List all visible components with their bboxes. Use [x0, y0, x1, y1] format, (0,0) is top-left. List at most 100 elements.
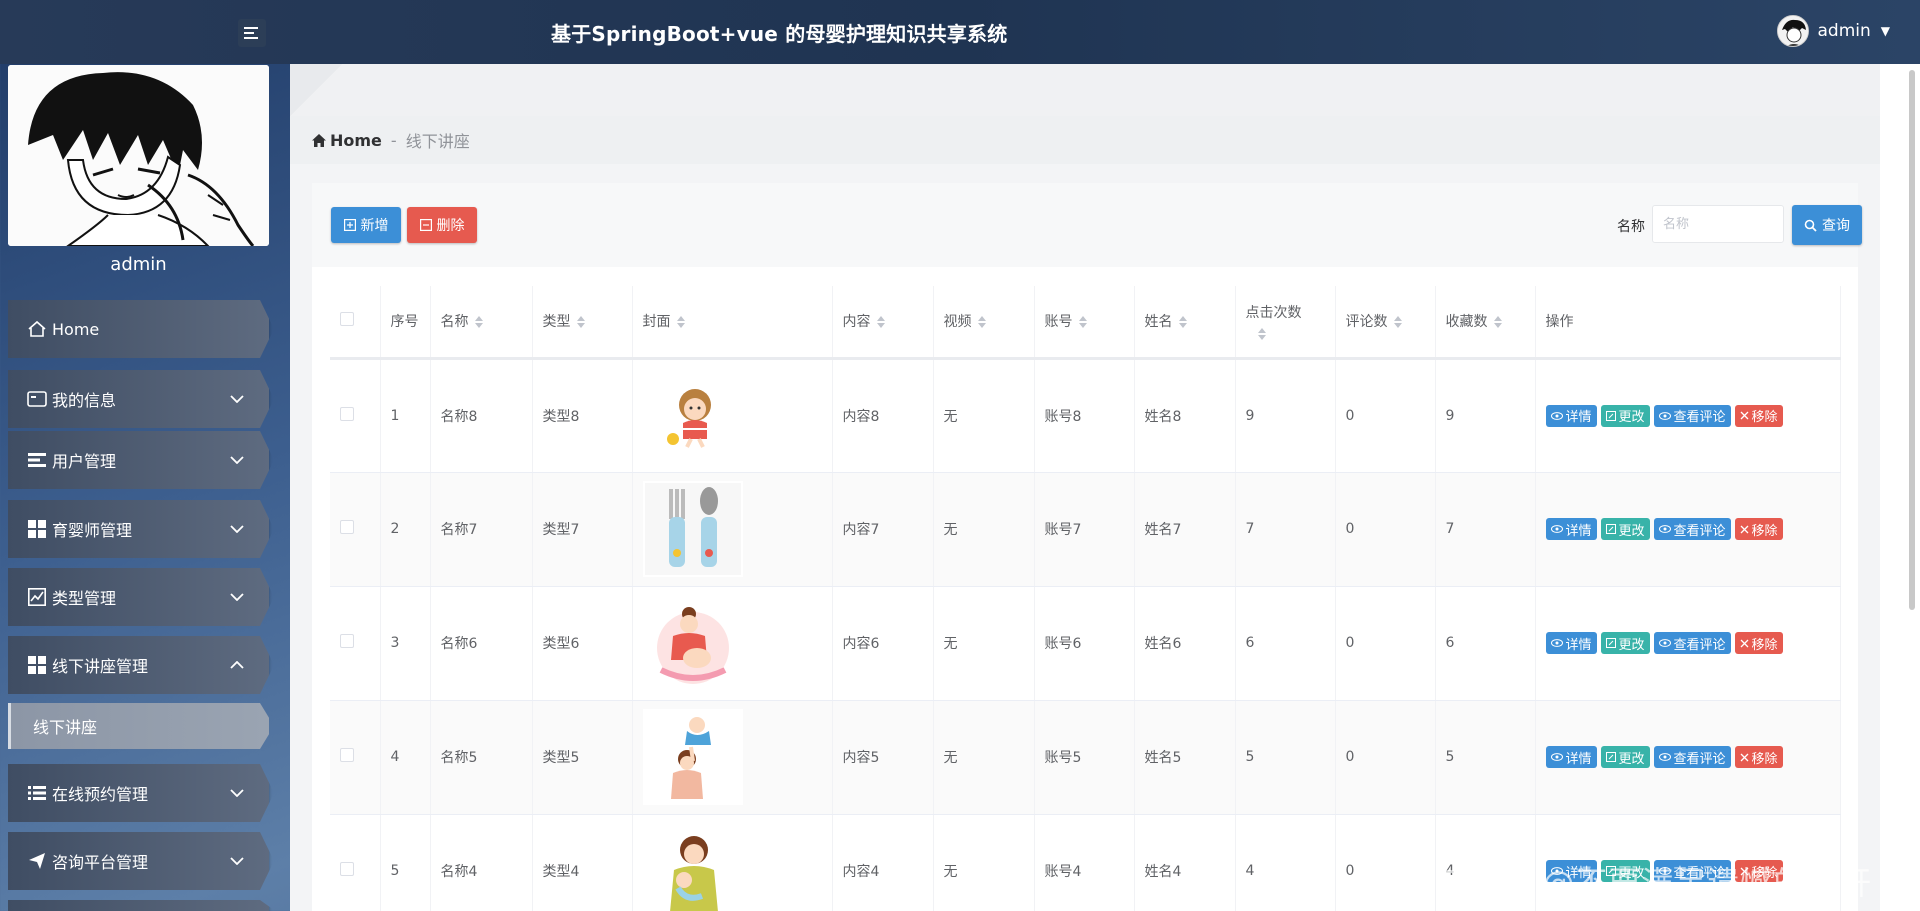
column-header-comments[interactable]: 评论数 [1335, 286, 1436, 360]
close-icon [1740, 639, 1749, 647]
cell-person: 姓名7 [1134, 472, 1236, 587]
edit-button[interactable]: 更改 [1600, 746, 1650, 768]
sort-icon[interactable] [876, 316, 885, 329]
view-comments-button[interactable]: 查看评论 [1653, 404, 1731, 427]
cell-type: 类型6 [532, 586, 633, 701]
column-header-content[interactable]: 内容 [832, 286, 934, 360]
site-title: 基于SpringBoot+vue 的母婴护理知识共享系统 [551, 22, 1008, 46]
sidebar-item-user-mgmt[interactable]: 用户管理 [8, 431, 269, 489]
row-checkbox[interactable] [340, 634, 354, 648]
column-header-person[interactable]: 姓名 [1134, 286, 1236, 360]
sort-icon[interactable] [977, 316, 986, 329]
view-comments-button[interactable]: 查看评论 [1653, 632, 1731, 654]
remove-button[interactable]: 移除 [1734, 404, 1783, 427]
sort-icon[interactable] [1493, 316, 1502, 329]
sort-icon[interactable] [1257, 328, 1266, 341]
table-row[interactable]: 2 名称7 类型7 内容7 无账号7 姓名7 7 0 7 详情 更改 查看评论 移除 [330, 472, 1841, 587]
cell-no: 2 [380, 472, 431, 587]
sidebar-item-label: 线下讲座管理 [52, 657, 149, 676]
cover-image [642, 367, 743, 464]
table-row[interactable]: 1 名称8 类型8 内容8 无账号8 姓名8 9 0 9 详情 更改 查看评论 移除 [330, 358, 1841, 473]
row-checkbox[interactable] [340, 406, 354, 421]
eye-icon [1658, 753, 1671, 761]
remove-button[interactable]: 移除 [1734, 518, 1783, 540]
column-header-cover[interactable]: 封面 [632, 286, 833, 360]
row-select-cell[interactable] [330, 472, 381, 587]
sort-icon[interactable] [1178, 316, 1187, 329]
row-checkbox[interactable] [340, 520, 354, 534]
cell-favorites: 9 [1435, 358, 1536, 473]
sidebar-item-consult-mgmt[interactable]: 咨询平台管理 [8, 832, 269, 890]
send-icon [26, 850, 48, 872]
sidebar-item-more[interactable] [8, 900, 269, 911]
search-button[interactable]: 查询 [1792, 205, 1862, 245]
column-header-clicks[interactable]: 点击次数 [1235, 286, 1336, 360]
sidebar-item-nanny-mgmt[interactable]: 育婴师管理 [8, 500, 269, 558]
content-panel: 新增 删除 名称 查询 [312, 183, 1862, 911]
delete-button[interactable]: 删除 [407, 207, 477, 243]
sidebar-item-booking-mgmt[interactable]: 在线预约管理 [8, 764, 269, 822]
breadcrumb-home-label[interactable]: Home [330, 131, 382, 150]
row-select-cell[interactable] [330, 358, 381, 473]
breadcrumb: Home - 线下讲座 [290, 116, 1880, 164]
column-header-favorites[interactable]: 收藏数 [1435, 286, 1536, 360]
edit-button[interactable]: 更改 [1600, 404, 1650, 427]
view-comments-button-label: 查看评论 [1673, 410, 1726, 425]
remove-button[interactable]: 移除 [1734, 746, 1783, 768]
row-select-cell[interactable] [330, 814, 381, 911]
view-comments-button[interactable]: 查看评论 [1653, 746, 1731, 768]
row-checkbox[interactable] [340, 748, 354, 762]
cell-no: 3 [380, 586, 431, 701]
sidebar-item-type-mgmt[interactable]: 类型管理 [8, 568, 269, 626]
cover-image [642, 823, 743, 911]
detail-button[interactable]: 详情 [1545, 746, 1597, 768]
header-username[interactable]: admin [1817, 21, 1870, 41]
column-header-name[interactable]: 名称 [430, 286, 533, 360]
cell-clicks: 6 [1235, 586, 1336, 701]
select-all-cell[interactable] [330, 286, 381, 360]
sort-icon[interactable] [576, 316, 585, 329]
select-all-checkbox[interactable] [340, 312, 354, 327]
profile-image [8, 65, 269, 246]
edit-button[interactable]: 更改 [1600, 632, 1650, 654]
delete-button-label: 删除 [436, 218, 465, 234]
sidebar-item-home[interactable]: Home [8, 300, 269, 358]
view-comments-button[interactable]: 查看评论 [1653, 518, 1731, 540]
edit-button[interactable]: 更改 [1600, 518, 1650, 540]
detail-button[interactable]: 详情 [1545, 632, 1597, 654]
user-menu[interactable]: admin ▼ [1777, 14, 1890, 48]
page-fold-decoration [290, 64, 342, 116]
column-header-type[interactable]: 类型 [532, 286, 633, 360]
detail-button[interactable]: 详情 [1545, 518, 1597, 540]
edit-icon [1605, 752, 1616, 762]
caret-down-icon[interactable]: ▼ [1881, 24, 1890, 38]
sort-icon[interactable] [474, 316, 483, 329]
remove-button[interactable]: 移除 [1734, 632, 1783, 654]
cell-content: 内容7 [832, 472, 934, 587]
cell-content: 内容5 [832, 700, 934, 815]
scrollbar-thumb[interactable] [1909, 70, 1915, 610]
search-input[interactable] [1652, 205, 1784, 243]
sort-icon[interactable] [1393, 316, 1402, 329]
add-button[interactable]: 新增 [331, 207, 401, 243]
sort-icon[interactable] [676, 316, 685, 329]
column-header-account[interactable]: 账号 [1034, 286, 1135, 360]
sidebar-item-my-info[interactable]: 我的信息 [8, 370, 269, 428]
cell-clicks: 4 [1235, 814, 1336, 911]
column-header-video[interactable]: 视频 [933, 286, 1035, 360]
row-checkbox[interactable] [340, 862, 354, 876]
sort-icon[interactable] [1078, 316, 1087, 329]
breadcrumb-home[interactable]: Home [312, 131, 382, 150]
sidebar-item-lecture-mgmt[interactable]: 线下讲座管理 [8, 636, 269, 694]
row-select-cell[interactable] [330, 586, 381, 701]
edit-button-label: 更改 [1618, 751, 1645, 767]
cell-name: 名称7 [430, 472, 533, 587]
row-select-cell[interactable] [330, 700, 381, 815]
avatar[interactable] [1777, 15, 1810, 47]
table-row[interactable]: 3 名称6 类型6 内容6 无账号6 姓名6 6 0 6 详情 更改 查看评论 移除 [330, 586, 1841, 701]
table-row[interactable]: 4 名称5 类型5 内容5 无账号5 姓名5 5 0 5 详情 更改 查看评论 移除 [330, 700, 1841, 815]
detail-button[interactable]: 详情 [1545, 404, 1597, 427]
menu-fold-icon[interactable] [238, 19, 266, 47]
sidebar-subitem-lecture[interactable]: 线下讲座 [8, 703, 269, 749]
cover-image [642, 595, 743, 691]
